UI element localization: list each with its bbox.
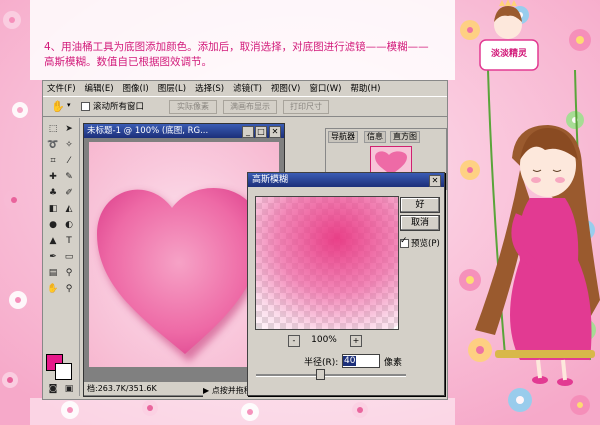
clone-stamp-icon[interactable]: ♣ (46, 186, 60, 200)
dodge-tool-icon[interactable]: ◐ (62, 218, 76, 232)
screen-mode-icon[interactable]: ▣ (62, 382, 76, 396)
slice-tool-icon[interactable]: ⁄ (62, 154, 76, 168)
checkmark-icon: ✓ (400, 236, 408, 246)
status-arrow-icon: ▶ (203, 386, 212, 395)
menu-image[interactable]: 图像(I) (123, 82, 149, 94)
brush-tool-icon[interactable]: ✎ (62, 170, 76, 184)
blurred-heart-preview (256, 197, 398, 329)
marquee-tool-icon[interactable]: ⬚ (46, 122, 60, 136)
scroll-all-windows-label: 滚动所有窗口 (93, 102, 145, 112)
menu-bar: 文件(F) 编辑(E) 图像(I) 图层(L) 选择(S) 滤镜(T) 视图(V… (43, 81, 447, 95)
path-select-icon[interactable]: ▲ (46, 234, 60, 248)
preview-checkbox[interactable]: ✓ (400, 236, 409, 248)
dialog-title: 高斯模糊 (248, 173, 444, 187)
history-brush-icon[interactable]: ✐ (62, 186, 76, 200)
crop-tool-icon[interactable]: ⌗ (46, 154, 60, 168)
zoom-in-button[interactable]: + (350, 335, 362, 347)
quick-mask-icon[interactable]: ◙ (46, 382, 60, 396)
radius-input[interactable]: 40 (342, 354, 380, 368)
eraser-tool-icon[interactable]: ◧ (46, 202, 60, 216)
menu-select[interactable]: 选择(S) (195, 82, 224, 94)
ok-button[interactable]: 好 (400, 197, 440, 213)
tool-preset-dropdown-icon[interactable]: ▾ (67, 101, 71, 109)
radius-slider-thumb[interactable] (316, 369, 325, 380)
dialog-close-icon[interactable]: ✕ (429, 175, 441, 187)
menu-file[interactable]: 文件(F) (47, 82, 76, 94)
notes-tool-icon[interactable]: ▤ (46, 266, 60, 280)
menu-window[interactable]: 窗口(W) (309, 82, 341, 94)
fit-screen-button[interactable]: 满画布显示 (223, 100, 277, 114)
scroll-all-windows-checkbox[interactable] (81, 102, 90, 111)
shape-tool-icon[interactable]: ▭ (62, 250, 76, 264)
radius-value: 40 (343, 356, 357, 366)
blur-preview[interactable] (255, 196, 399, 330)
logo-text: 淡淡精灵 (490, 49, 527, 59)
radius-slider-track[interactable] (256, 374, 406, 377)
zoom-out-button[interactable]: - (288, 335, 300, 347)
options-bar: ✋ ▾ 滚动所有窗口 实际像素 满画布显示 打印尺寸 (43, 96, 447, 117)
close-icon[interactable]: ✕ (269, 126, 281, 138)
hand-tool-icon[interactable]: ✋ (51, 100, 65, 113)
menu-filter[interactable]: 滤镜(T) (233, 82, 262, 94)
eyedropper-icon[interactable]: ⚲ (62, 266, 76, 280)
toolbox: ⬚ ➤ ➰ ✧ ⌗ ⁄ ✚ ✎ ♣ ✐ ◧ ◭ ● ◐ ▲ T ✒ ▭ ▤ ⚲ … (43, 118, 80, 396)
healing-brush-icon[interactable]: ✚ (46, 170, 60, 184)
instruction-line-1: 4、用油桶工具为底图添加颜色。添加后，取消选择，对底图进行滤镜——模糊—— (44, 41, 429, 53)
instruction-line-2: 高斯模糊。数值自已根据图效调节。 (44, 56, 212, 68)
document-title: 未标题-1 @ 100% (底图, RG... (84, 124, 284, 138)
preview-label: 预览(P) (411, 239, 440, 249)
tab-info[interactable]: 信息 (364, 131, 386, 143)
gaussian-blur-dialog: 高斯模糊 ✕ 好 取消 ✓ 预览(P) - 100% + 半径(R): 40 像… (247, 172, 445, 396)
menu-view[interactable]: 视图(V) (271, 82, 300, 94)
lasso-tool-icon[interactable]: ➰ (46, 138, 60, 152)
actual-pixels-button[interactable]: 实际像素 (169, 100, 217, 114)
maximize-icon[interactable]: □ (255, 126, 267, 138)
paint-bucket-icon[interactable]: ◭ (62, 202, 76, 216)
unit-label: 像素 (384, 358, 403, 368)
type-tool-icon[interactable]: T (62, 234, 76, 248)
hand-tool-box-icon[interactable]: ✋ (46, 282, 60, 296)
print-size-button[interactable]: 打印尺寸 (283, 100, 329, 114)
tutorial-instruction: 4、用油桶工具为底图添加颜色。添加后，取消选择，对底图进行滤镜——模糊—— 高斯… (44, 40, 444, 70)
magic-wand-icon[interactable]: ✧ (62, 138, 76, 152)
tab-histogram[interactable]: 直方图 (390, 131, 420, 143)
cancel-button[interactable]: 取消 (400, 215, 440, 231)
menu-layer[interactable]: 图层(L) (158, 82, 186, 94)
menu-edit[interactable]: 编辑(E) (85, 82, 114, 94)
zoom-level: 100% (311, 335, 337, 345)
zoom-tool-icon[interactable]: ⚲ (62, 282, 76, 296)
radius-label: 半径(R): (304, 358, 339, 368)
background-color-swatch[interactable] (55, 363, 72, 380)
menu-help[interactable]: 帮助(H) (350, 82, 380, 94)
tab-navigator[interactable]: 导航器 (328, 131, 358, 143)
minimize-icon[interactable]: _ (242, 126, 254, 138)
pen-tool-icon[interactable]: ✒ (46, 250, 60, 264)
blur-tool-icon[interactable]: ● (46, 218, 60, 232)
move-tool-icon[interactable]: ➤ (62, 122, 76, 136)
